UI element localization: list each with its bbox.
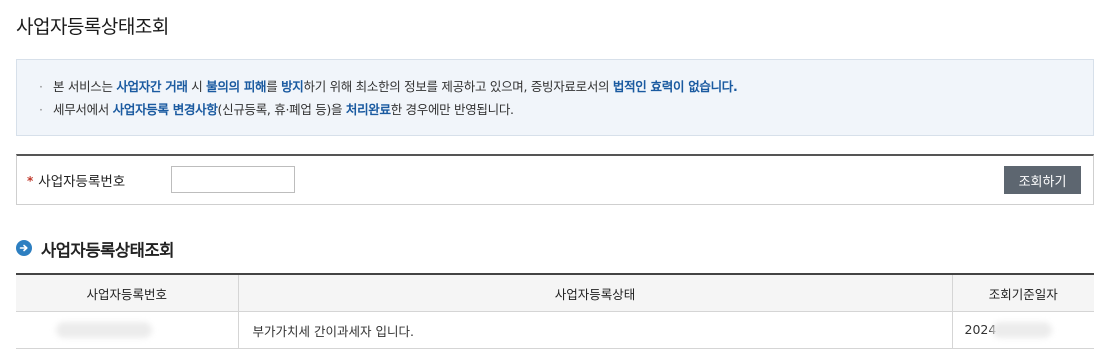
- business-number-label-text: 사업자등록번호: [38, 174, 126, 190]
- highlight-text: 방지: [281, 79, 304, 94]
- redacted-value: [992, 322, 1053, 339]
- highlight-text: 불의의 피해: [206, 79, 267, 94]
- notice-text: 세무서에서: [53, 102, 113, 117]
- required-mark: *: [27, 174, 34, 188]
- notice-line-2-text: 세무서에서 사업자등록 변경사항(신규등록, 휴·폐업 등)을 처리완료한 경우…: [53, 102, 514, 117]
- result-section-title: 사업자등록상태조회: [41, 241, 175, 260]
- column-header: 사업자등록상태: [237, 274, 952, 312]
- notice-text: (신규등록, 휴·폐업 등)을: [217, 102, 346, 117]
- notice-text: 를: [266, 79, 282, 94]
- business-number-cell: [16, 311, 238, 349]
- search-button[interactable]: 조회하기: [1004, 166, 1081, 194]
- table-header-row: 사업자등록번호 사업자등록상태 조회기준일자: [16, 274, 1094, 312]
- status-cell: 부가가치세 간이과세자 입니다.: [237, 311, 952, 349]
- highlight-text: 사업자등록 변경사항: [112, 102, 218, 117]
- notice-line-1: · 본 서비스는 사업자간 거래 시 불의의 피해를 방지하기 위해 최소한의 정…: [39, 75, 1093, 98]
- business-number-label: * 사업자등록번호: [27, 170, 125, 190]
- highlight-text: 사업자간 거래: [116, 79, 188, 94]
- highlight-text: 법적인 효력이 없습니다.: [612, 79, 738, 94]
- bullet-icon: ·: [39, 79, 43, 94]
- date-cell: 2024: [951, 311, 1094, 349]
- column-header: 조회기준일자: [951, 274, 1094, 312]
- notice-box: · 본 서비스는 사업자간 거래 시 불의의 피해를 방지하기 위해 최소한의 정…: [16, 59, 1094, 136]
- result-table: 사업자등록번호 사업자등록상태 조회기준일자 부가가치세 간이과세자 입니다. …: [16, 273, 1094, 349]
- notice-text: 본 서비스는: [53, 79, 117, 94]
- table-row: 부가가치세 간이과세자 입니다. 2024: [16, 311, 1094, 349]
- bullet-icon: ·: [39, 102, 43, 117]
- business-number-input[interactable]: [171, 166, 295, 193]
- notice-line-2: · 세무서에서 사업자등록 변경사항(신규등록, 휴·폐업 등)을 처리완료한 경…: [39, 98, 1093, 121]
- highlight-text: 처리완료: [345, 102, 391, 117]
- redacted-value: [56, 322, 152, 339]
- notice-text: 한 경우에만 반영됩니다.: [390, 102, 514, 117]
- page-title: 사업자등록상태조회: [16, 16, 169, 38]
- notice-line-1-text: 본 서비스는 사업자간 거래 시 불의의 피해를 방지하기 위해 최소한의 정보…: [53, 79, 738, 94]
- notice-text: 시: [187, 79, 207, 94]
- arrow-circle-icon: [16, 240, 32, 256]
- search-form: * 사업자등록번호 조회하기: [16, 154, 1094, 205]
- column-header: 사업자등록번호: [16, 274, 238, 312]
- notice-text: 하기 위해 최소한의 정보를 제공하고 있으며, 증빙자료로서의: [303, 79, 613, 94]
